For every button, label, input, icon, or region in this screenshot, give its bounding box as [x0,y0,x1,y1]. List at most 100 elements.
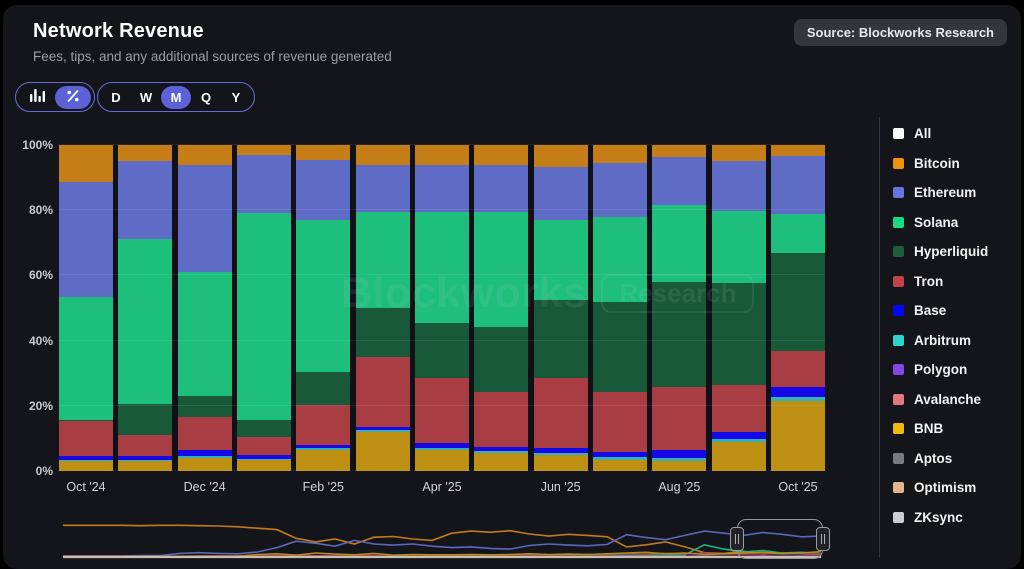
bar-segment-solana[interactable] [474,212,528,327]
bar-segment-bitcoin[interactable] [118,145,172,161]
bar-segment-solana[interactable] [59,297,113,419]
bar-segment-solana[interactable] [771,214,825,253]
bar-segment-bnb[interactable] [712,442,766,471]
bar-segment-tron[interactable] [356,357,410,427]
bar-sep25[interactable] [712,145,766,471]
navigator-brush[interactable] [737,519,823,559]
bar-segment-bitcoin[interactable] [593,145,647,163]
bar-segment-bnb[interactable] [534,455,588,471]
bar-segment-hyperliquid[interactable] [652,282,706,387]
bar-segment-arbitrum[interactable] [771,397,825,401]
bar-segment-tron[interactable] [652,387,706,451]
bar-segment-tron[interactable] [534,378,588,448]
range-option-q[interactable]: Q [191,86,221,109]
bar-segment-tron[interactable] [415,378,469,443]
bar-segment-hyperliquid[interactable] [59,420,113,421]
percent-view-button[interactable] [55,86,91,109]
legend-item-bnb[interactable]: BNB [893,414,988,444]
bar-segment-arbitrum[interactable] [178,456,232,458]
bar-segment-solana[interactable] [534,220,588,300]
bar-segment-solana[interactable] [652,205,706,281]
bar-segment-arbitrum[interactable] [296,448,350,450]
bar-segment-ethereum[interactable] [59,182,113,298]
bar-segment-bitcoin[interactable] [59,145,113,182]
legend-item-ethereum[interactable]: Ethereum [893,178,988,208]
bar-mar25[interactable] [356,145,410,471]
bar-jul25[interactable] [593,145,647,471]
bar-segment-bitcoin[interactable] [534,145,588,167]
bar-segment-solana[interactable] [415,212,469,323]
bar-segment-tron[interactable] [593,392,647,452]
bar-segment-arbitrum[interactable] [59,460,113,462]
bar-segment-arbitrum[interactable] [356,430,410,432]
legend-item-hyperliquid[interactable]: Hyperliquid [893,237,988,267]
bar-segment-ethereum[interactable] [474,165,528,212]
bar-segment-tron[interactable] [712,385,766,432]
bar-segment-hyperliquid[interactable] [296,372,350,405]
brush-handle-left[interactable] [730,527,744,551]
legend-item-avalanche[interactable]: Avalanche [893,385,988,415]
bar-segment-bnb[interactable] [593,460,647,471]
bar-segment-base[interactable] [415,443,469,448]
bar-segment-base[interactable] [118,456,172,460]
bar-chart-view-button[interactable] [19,86,55,109]
bar-segment-arbitrum[interactable] [534,453,588,455]
bar-segment-solana[interactable] [118,239,172,404]
bar-segment-ethereum[interactable] [415,165,469,212]
bar-segment-arbitrum[interactable] [593,457,647,459]
legend-item-all[interactable]: All [893,119,988,149]
bar-segment-solana[interactable] [593,217,647,302]
bar-segment-base[interactable] [356,427,410,431]
bar-oct25[interactable] [771,145,825,471]
legend-item-zksync[interactable]: ZKsync [893,503,988,533]
bar-segment-bnb[interactable] [296,450,350,471]
bar-segment-arbitrum[interactable] [712,439,766,442]
bar-segment-tron[interactable] [296,405,350,445]
bar-segment-bnb[interactable] [59,461,113,471]
legend-item-aptos[interactable]: Aptos [893,444,988,474]
bar-segment-hyperliquid[interactable] [178,396,232,417]
bar-jun25[interactable] [534,145,588,471]
bar-segment-hyperliquid[interactable] [415,323,469,378]
bar-segment-solana[interactable] [178,272,232,396]
bar-segment-arbitrum[interactable] [415,448,469,450]
bar-segment-solana[interactable] [296,220,350,372]
bar-segment-bnb[interactable] [415,450,469,471]
bar-segment-bitcoin[interactable] [237,145,291,155]
bar-segment-bnb[interactable] [237,460,291,471]
bar-nov24[interactable] [118,145,172,471]
bar-segment-hyperliquid[interactable] [356,308,410,356]
bar-segment-bnb[interactable] [118,461,172,471]
bar-segment-bnb[interactable] [178,458,232,471]
bar-segment-bnb[interactable] [652,461,706,471]
bar-segment-hyperliquid[interactable] [474,327,528,392]
bar-segment-base[interactable] [652,450,706,457]
bar-segment-arbitrum[interactable] [237,459,291,461]
legend-item-solana[interactable]: Solana [893,208,988,238]
bar-segment-bitcoin[interactable] [712,145,766,161]
bar-jan25[interactable] [237,145,291,471]
bar-segment-base[interactable] [178,450,232,456]
bar-segment-hyperliquid[interactable] [118,404,172,435]
bar-aug25[interactable] [652,145,706,471]
bar-oct24[interactable] [59,145,113,471]
bar-segment-base[interactable] [593,452,647,458]
bar-segment-tron[interactable] [771,351,825,387]
legend-item-polygon[interactable]: Polygon [893,355,988,385]
bar-feb25[interactable] [296,145,350,471]
range-navigator[interactable] [59,516,825,563]
bar-segment-bnb[interactable] [474,453,528,471]
bar-segment-ethereum[interactable] [771,156,825,214]
bar-segment-bitcoin[interactable] [356,145,410,165]
bar-segment-hyperliquid[interactable] [534,300,588,379]
bar-segment-bnb[interactable] [356,432,410,471]
bar-segment-ethereum[interactable] [534,167,588,220]
bar-segment-bnb[interactable] [771,401,825,471]
bar-segment-arbitrum[interactable] [474,451,528,453]
bar-segment-ethereum[interactable] [652,157,706,206]
bar-segment-ethereum[interactable] [296,160,350,220]
bar-segment-hyperliquid[interactable] [593,302,647,392]
bar-segment-solana[interactable] [712,211,766,283]
legend-item-tron[interactable]: Tron [893,267,988,297]
bar-segment-ethereum[interactable] [237,155,291,214]
